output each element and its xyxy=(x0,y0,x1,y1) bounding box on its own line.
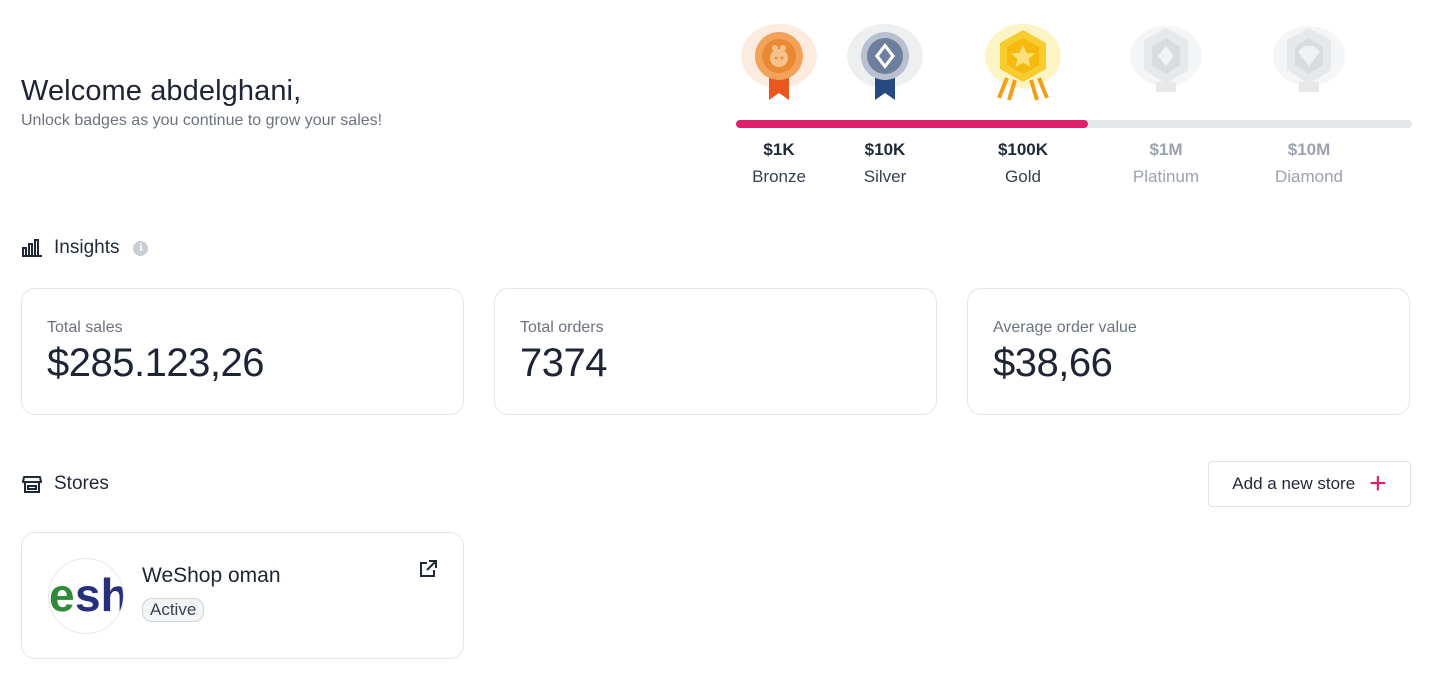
plus-icon: + xyxy=(1369,467,1387,500)
bronze-medal-icon xyxy=(741,24,817,100)
welcome-subtitle: Unlock badges as you continue to grow yo… xyxy=(21,112,383,129)
card-value: $285.123,26 xyxy=(47,341,264,385)
badge-tier: Diamond xyxy=(1274,167,1344,186)
info-icon[interactable]: i xyxy=(133,240,149,256)
badge-amount: $10K xyxy=(864,140,906,159)
insights-header: Insights i xyxy=(22,237,149,259)
welcome-header: Welcome abdelghani, Unlock badges as you… xyxy=(21,74,382,130)
total-sales-card: Total sales $285.123,26 xyxy=(21,288,464,415)
svg-text:sh: sh xyxy=(75,569,124,621)
add-store-button[interactable]: Add a new store + xyxy=(1208,461,1411,507)
badge-silver: $10K Silver xyxy=(825,18,945,187)
store-card[interactable]: e sh WeShop oman Active xyxy=(21,532,464,659)
gold-medal-icon xyxy=(985,24,1061,101)
add-store-label: Add a new store xyxy=(1232,474,1356,493)
stores-title: Stores xyxy=(54,473,109,494)
badge-tier: Platinum xyxy=(1132,167,1200,186)
insights-title: Insights xyxy=(54,237,120,258)
store-name: WeShop oman xyxy=(142,564,281,587)
stores-header: Stores xyxy=(22,473,109,495)
card-label: Total sales xyxy=(47,319,123,336)
bar-chart-icon xyxy=(22,239,42,257)
badge-amount: $10M xyxy=(1287,140,1331,159)
card-label: Average order value xyxy=(993,319,1137,336)
svg-text:e: e xyxy=(49,569,75,621)
badge-amount: $1M xyxy=(1149,140,1183,159)
card-value: 7374 xyxy=(520,341,607,385)
store-icon xyxy=(22,476,42,493)
badge-platinum: $1M Platinum xyxy=(1106,18,1226,187)
badge-gold: $100K Gold xyxy=(963,18,1083,187)
store-logo: e sh xyxy=(48,558,124,634)
status-badge: Active xyxy=(142,598,205,622)
badge-tier: Silver xyxy=(863,167,907,186)
diamond-medal-icon xyxy=(1273,26,1345,92)
badge-bronze: $1K Bronze xyxy=(719,18,839,187)
badge-tier: Gold xyxy=(1005,167,1041,186)
card-label: Total orders xyxy=(520,319,604,336)
badge-diamond: $10M Diamond xyxy=(1249,18,1369,187)
silver-medal-icon xyxy=(847,24,923,100)
total-orders-card: Total orders 7374 xyxy=(494,288,937,415)
welcome-title: Welcome abdelghani, xyxy=(21,75,302,107)
average-order-value-card: Average order value $38,66 xyxy=(967,288,1410,415)
platinum-medal-icon xyxy=(1130,26,1202,92)
badge-amount: $1K xyxy=(763,140,795,159)
badge-progress: $1K Bronze $10K Silver $100K Gold $1M Pl… xyxy=(736,18,1412,188)
external-link-icon[interactable] xyxy=(418,559,438,579)
badge-tier: Bronze xyxy=(752,167,806,186)
badge-amount: $100K xyxy=(997,140,1049,159)
store-logo-image: e sh xyxy=(49,569,124,621)
card-value: $38,66 xyxy=(993,341,1113,385)
